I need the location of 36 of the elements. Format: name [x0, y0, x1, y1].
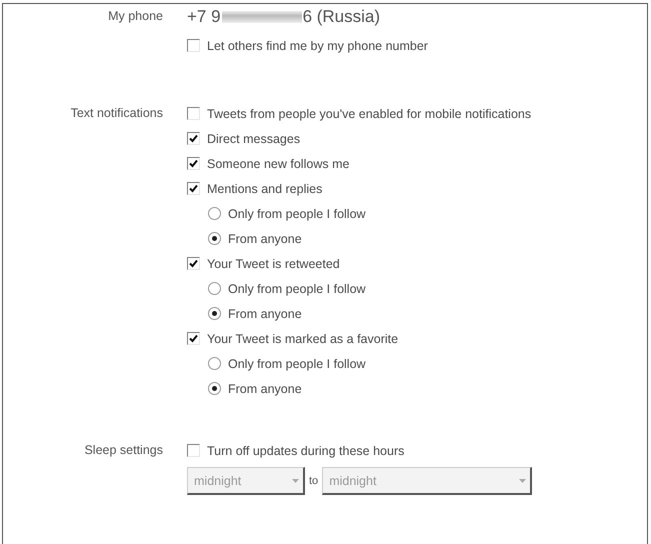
checkbox-label: Someone new follows me — [207, 156, 350, 170]
radio-label: Only from people I follow — [228, 206, 366, 220]
section-label: My phone — [107, 8, 163, 25]
radio-label: From anyone — [228, 306, 302, 320]
checkbox[interactable] — [187, 132, 200, 145]
section-label: Sleep settings — [83, 442, 163, 459]
radio-button[interactable] — [208, 207, 221, 220]
checkbox-label: Your Tweet is marked as a favorite — [207, 332, 398, 346]
checkbox[interactable] — [187, 182, 200, 195]
checkbox[interactable] — [187, 444, 200, 457]
radio-button[interactable] — [208, 382, 221, 395]
checkbox[interactable] — [187, 332, 200, 345]
radio-label: Only from people I follow — [228, 282, 366, 296]
checkbox-label: Mentions and replies — [207, 182, 322, 196]
radio-label: From anyone — [228, 382, 302, 396]
checkbox[interactable] — [187, 157, 200, 170]
checkbox[interactable] — [187, 107, 200, 120]
checkbox-label: Turn off updates during these hours — [207, 444, 404, 458]
checkbox-label: Direct messages — [207, 132, 300, 146]
radio-label: From anyone — [228, 232, 302, 246]
checkbox[interactable] — [187, 39, 200, 52]
checkbox-label: Your Tweet is retweeted — [207, 256, 340, 270]
range-separator: to — [309, 475, 318, 487]
phone-number: 6 (Russia) — [302, 6, 380, 26]
dropdown-arrow-icon — [292, 478, 299, 482]
checkbox[interactable] — [187, 257, 200, 270]
checkbox-label: Let others find me by my phone number — [207, 38, 428, 52]
radio-button[interactable] — [208, 282, 221, 295]
radio-button[interactable] — [208, 232, 221, 245]
dropdown-arrow-icon — [519, 478, 526, 482]
checkbox-label: Tweets from people you've enabled for mobile notifications — [207, 106, 532, 120]
phone-number: +7 9 — [187, 6, 221, 26]
radio-button[interactable] — [208, 357, 221, 370]
section-label: Text notifications — [70, 105, 163, 122]
radio-label: Only from people I follow — [228, 356, 366, 370]
radio-button[interactable] — [208, 307, 221, 320]
